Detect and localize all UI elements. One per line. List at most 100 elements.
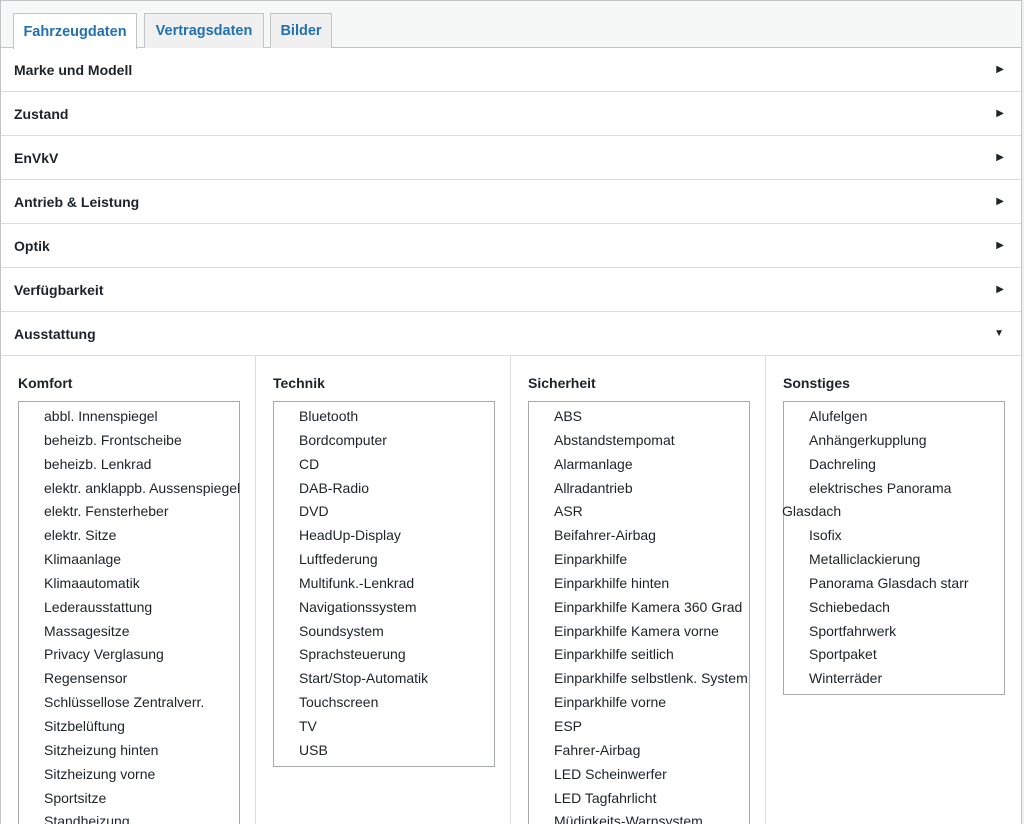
sicherheit-listbox[interactable]: ABS Abstandstempomat Alarmanlage Allradantr… bbox=[528, 401, 750, 824]
list-item[interactable]: Metalliclackierung bbox=[784, 548, 1004, 572]
list-item[interactable]: HeadUp-Display bbox=[274, 524, 494, 548]
list-item[interactable]: Bluetooth bbox=[274, 405, 494, 429]
list-item[interactable]: elektrisches Panorama bbox=[784, 477, 1004, 501]
column-sonstiges: Sonstiges Alufelgen Anhängerkupplung Dachr… bbox=[766, 356, 1021, 824]
triangle-right-icon: ▶ bbox=[996, 108, 1004, 119]
list-item[interactable]: Regensensor bbox=[19, 667, 239, 691]
list-item[interactable]: Sportsitze bbox=[19, 787, 239, 811]
list-item[interactable]: Navigationssystem bbox=[274, 596, 494, 620]
triangle-right-icon: ▶ bbox=[996, 152, 1004, 163]
triangle-down-icon: ▼ bbox=[994, 328, 1004, 339]
list-item[interactable]: Einparkhilfe hinten bbox=[529, 572, 749, 596]
list-item[interactable]: Privacy Verglasung bbox=[19, 643, 239, 667]
list-item[interactable]: TV bbox=[274, 715, 494, 739]
list-item[interactable]: Einparkhilfe bbox=[529, 548, 749, 572]
section-antrieb-leistung[interactable]: Antrieb & Leistung ▶ bbox=[1, 180, 1021, 224]
section-envkv[interactable]: EnVkV ▶ bbox=[1, 136, 1021, 180]
list-item[interactable]: Müdigkeits-Warnsystem bbox=[529, 810, 749, 824]
list-item[interactable]: Sprachsteuerung bbox=[274, 643, 494, 667]
list-item[interactable]: Soundsystem bbox=[274, 620, 494, 644]
list-item[interactable]: Schiebedach bbox=[784, 596, 1004, 620]
column-title: Sicherheit bbox=[528, 375, 596, 391]
list-item[interactable]: Fahrer-Airbag bbox=[529, 739, 749, 763]
komfort-listbox[interactable]: abbl. Innenspiegel beheizb. Frontscheibe b… bbox=[18, 401, 240, 824]
list-item[interactable]: ESP bbox=[529, 715, 749, 739]
list-item[interactable]: Massagesitze bbox=[19, 620, 239, 644]
list-item[interactable]: DAB-Radio bbox=[274, 477, 494, 501]
list-item[interactable]: Standheizung bbox=[19, 810, 239, 824]
tab-vertragsdaten[interactable]: Vertragsdaten bbox=[144, 13, 264, 48]
section-ausstattung[interactable]: Ausstattung ▼ bbox=[1, 312, 1021, 356]
list-item[interactable]: Allradantrieb bbox=[529, 477, 749, 501]
list-item[interactable]: DVD bbox=[274, 500, 494, 524]
column-title: Technik bbox=[273, 375, 325, 391]
list-item[interactable]: Einparkhilfe vorne bbox=[529, 691, 749, 715]
section-title: Verfügbarkeit bbox=[14, 281, 104, 298]
list-item[interactable]: beheizb. Frontscheibe bbox=[19, 429, 239, 453]
list-item[interactable]: Einparkhilfe Kamera 360 Grad bbox=[529, 596, 749, 620]
tab-fahrzeugdaten[interactable]: Fahrzeugdaten bbox=[13, 13, 137, 49]
list-item[interactable]: Klimaautomatik bbox=[19, 572, 239, 596]
sonstiges-listbox[interactable]: Alufelgen Anhängerkupplung Dachreling elekt… bbox=[782, 401, 1005, 696]
triangle-right-icon: ▶ bbox=[996, 284, 1004, 295]
tab-bar: Fahrzeugdaten Vertragsdaten Bilder bbox=[1, 1, 1021, 49]
section-verfuegbarkeit[interactable]: Verfügbarkeit ▶ bbox=[1, 268, 1021, 312]
list-item[interactable]: Schlüssellose Zentralverr. bbox=[19, 691, 239, 715]
list-item[interactable]: Anhängerkupplung bbox=[784, 429, 1004, 453]
list-item[interactable]: Beifahrer-Airbag bbox=[529, 524, 749, 548]
list-item[interactable]: Winterräder bbox=[784, 667, 1004, 691]
equipment-columns: Komfort abbl. Innenspiegel beheizb. Front… bbox=[1, 356, 1021, 824]
list-item[interactable]: CD bbox=[274, 453, 494, 477]
list-item[interactable]: Isofix bbox=[784, 524, 1004, 548]
list-item[interactable]: Abstandstempomat bbox=[529, 429, 749, 453]
list-item[interactable]: ASR bbox=[529, 500, 749, 524]
list-item[interactable]: USB bbox=[274, 739, 494, 763]
section-title: Marke und Modell bbox=[14, 61, 133, 78]
list-item[interactable]: Alufelgen bbox=[784, 405, 1004, 429]
list-item[interactable]: Touchscreen bbox=[274, 691, 494, 715]
list-item[interactable]: elektr. anklappb. Aussenspiegel bbox=[19, 477, 240, 501]
column-title: Komfort bbox=[18, 375, 73, 391]
triangle-right-icon: ▶ bbox=[996, 240, 1004, 251]
list-item[interactable]: LED Scheinwerfer bbox=[529, 763, 749, 787]
list-item[interactable]: ABS bbox=[529, 405, 749, 429]
section-optik[interactable]: Optik ▶ bbox=[1, 224, 1021, 268]
section-marke-und-modell[interactable]: Marke und Modell ▶ bbox=[1, 48, 1021, 92]
list-item[interactable]: Bordcomputer bbox=[274, 429, 494, 453]
section-title: Optik bbox=[14, 237, 50, 254]
list-item[interactable]: Dachreling bbox=[784, 453, 1004, 477]
column-technik: Technik Bluetooth Bordcomputer CD DAB-Radio… bbox=[256, 356, 511, 824]
list-item[interactable]: Luftfederung bbox=[274, 548, 494, 572]
list-item[interactable]: Lederausstattung bbox=[19, 596, 239, 620]
technik-listbox[interactable]: Bluetooth Bordcomputer CD DAB-Radio DVD HeadU… bbox=[273, 401, 495, 767]
list-item[interactable]: beheizb. Lenkrad bbox=[19, 453, 239, 477]
tab-bilder[interactable]: Bilder bbox=[270, 13, 332, 48]
list-item[interactable]: Glasdach bbox=[782, 500, 1004, 524]
triangle-right-icon: ▶ bbox=[996, 64, 1004, 75]
list-item[interactable]: Einparkhilfe seitlich bbox=[529, 643, 749, 667]
column-komfort: Komfort abbl. Innenspiegel beheizb. Front… bbox=[1, 356, 256, 824]
list-item[interactable]: Multifunk.-Lenkrad bbox=[274, 572, 494, 596]
list-item[interactable]: Sitzbelüftung bbox=[19, 715, 239, 739]
section-title: Antrieb & Leistung bbox=[14, 193, 140, 210]
list-item[interactable]: LED Tagfahrlicht bbox=[529, 787, 749, 811]
list-item[interactable]: Sitzheizung hinten bbox=[19, 739, 239, 763]
list-item[interactable]: elektr. Fensterheber bbox=[19, 500, 239, 524]
list-item[interactable]: Einparkhilfe selbstlenk. System bbox=[529, 667, 749, 691]
column-sicherheit: Sicherheit ABS Abstandstempomat Alarmanlag… bbox=[511, 356, 766, 824]
list-item[interactable]: Panorama Glasdach starr bbox=[784, 572, 1004, 596]
list-item[interactable]: Sitzheizung vorne bbox=[19, 763, 239, 787]
list-item[interactable]: Klimaanlage bbox=[19, 548, 239, 572]
list-item[interactable]: abbl. Innenspiegel bbox=[19, 405, 239, 429]
section-zustand[interactable]: Zustand ▶ bbox=[1, 92, 1021, 136]
list-item[interactable]: Einparkhilfe Kamera vorne bbox=[529, 620, 749, 644]
list-item[interactable]: Start/Stop-Automatik bbox=[274, 667, 494, 691]
list-item[interactable]: elektr. Sitze bbox=[19, 524, 239, 548]
vehicle-editor: Fahrzeugdaten Vertragsdaten Bilder Marke… bbox=[0, 0, 1022, 824]
list-item[interactable]: Sportpaket bbox=[784, 643, 1004, 667]
section-title: Ausstattung bbox=[14, 325, 96, 342]
section-title: EnVkV bbox=[14, 149, 59, 166]
list-item[interactable]: Sportfahrwerk bbox=[784, 620, 1004, 644]
list-item[interactable]: Alarmanlage bbox=[529, 453, 749, 477]
column-title: Sonstiges bbox=[783, 375, 850, 391]
